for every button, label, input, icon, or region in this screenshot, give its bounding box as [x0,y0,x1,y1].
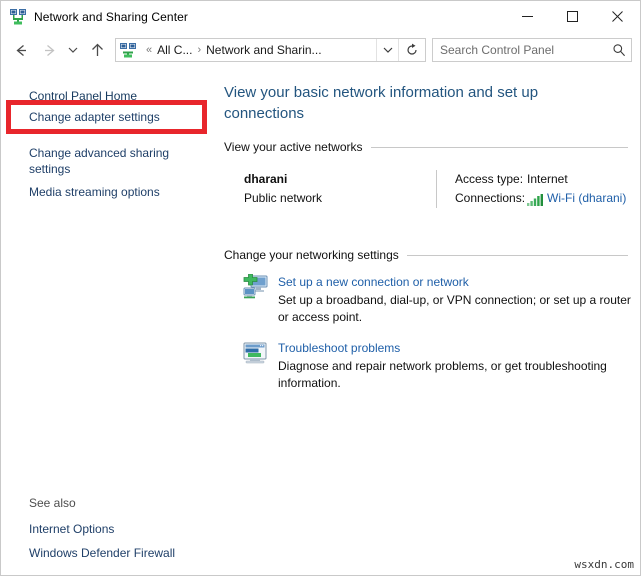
forward-button[interactable] [35,36,63,64]
window-body: Control Panel Home Change adapter settin… [1,68,640,575]
breadcrumb-item-all-control-panel[interactable]: All C... [157,43,192,57]
setting-body: Set up a new connection or network Set u… [278,274,632,326]
breadcrumb[interactable]: « All C... › Network and Sharin... [115,38,426,62]
setting-link-troubleshoot[interactable]: Troubleshoot problems [278,340,632,357]
network-sharing-icon [10,9,26,25]
active-networks-section: dharani Public network Access type: Inte… [224,160,632,234]
networking-settings-heading: Change your networking settings [224,248,632,262]
setting-link-new-connection[interactable]: Set up a new connection or network [278,274,632,291]
window-title: Network and Sharing Center [34,10,188,24]
search-box[interactable] [432,38,632,62]
sidebar-item-change-advanced-sharing-settings[interactable]: Change advanced sharing settings [1,142,204,180]
maximize-button[interactable] [550,1,595,32]
vertical-divider [436,170,437,208]
active-networks-heading: View your active networks [224,140,632,154]
watermark: wsxdn.com [574,558,634,571]
setting-item-troubleshoot[interactable]: Troubleshoot problems Diagnose and repai… [224,340,632,392]
see-also-item-windows-defender-firewall[interactable]: Windows Defender Firewall [1,541,216,565]
search-input[interactable] [433,42,607,58]
breadcrumb-separator: › [192,44,206,56]
network-details: Access type: Internet Connections: [455,170,626,208]
network-sharing-center-window: Network and Sharing Center [0,0,641,576]
window-controls [505,1,640,32]
network-type: Public network [244,189,436,208]
access-type-value: Internet [527,170,568,189]
recent-locations-button[interactable] [63,36,83,64]
titlebar: Network and Sharing Center [1,1,640,32]
setting-item-new-connection[interactable]: Set up a new connection or network Set u… [224,274,632,326]
back-button[interactable] [7,36,35,64]
setting-description-troubleshoot: Diagnose and repair network problems, or… [278,358,632,392]
access-type-key: Access type: [455,170,527,189]
wifi-signal-icon [527,193,543,205]
setting-body: Troubleshoot problems Diagnose and repai… [278,340,632,392]
refresh-icon[interactable] [398,39,425,61]
breadcrumb-item-network-sharing[interactable]: Network and Sharin... [206,43,321,57]
up-button[interactable] [83,36,111,64]
connections-value-link[interactable]: Wi-Fi (dharani) [547,189,626,208]
address-toolbar: « All C... › Network and Sharin... [1,32,640,68]
heading-rule [407,255,628,256]
page-title: View your basic network information and … [224,82,614,124]
control-panel-network-icon [120,42,136,58]
new-connection-icon [242,274,268,300]
connections-row: Connections: Wi-Fi (dharani [455,189,626,208]
see-also-item-internet-options[interactable]: Internet Options [1,517,216,541]
sidebar-item-change-adapter-settings[interactable]: Change adapter settings [1,100,207,134]
chevron-down-icon[interactable] [376,39,398,61]
sidebar-item-media-streaming-options[interactable]: Media streaming options [1,180,216,204]
connections-key: Connections: [455,189,527,208]
networking-settings-list: Set up a new connection or network Set u… [224,274,632,392]
search-icon[interactable] [607,43,631,57]
main-content: View your basic network information and … [216,68,640,575]
network-name: dharani [244,170,436,189]
networking-settings-heading-label: Change your networking settings [224,248,399,262]
access-type-row: Access type: Internet [455,170,626,189]
close-button[interactable] [595,1,640,32]
breadcrumb-overflow[interactable]: « [141,44,157,56]
minimize-button[interactable] [505,1,550,32]
active-networks-heading-label: View your active networks [224,140,363,154]
see-also-title: See also [1,496,216,517]
active-network-row: dharani Public network Access type: Inte… [224,170,632,208]
heading-rule [371,147,628,148]
see-also-section: See also Internet Options Windows Defend… [1,496,216,565]
sidebar: Control Panel Home Change adapter settin… [1,68,216,575]
setting-description-new-connection: Set up a broadband, dial-up, or VPN conn… [278,292,632,326]
troubleshoot-icon [242,340,268,366]
network-identity: dharani Public network [224,170,436,208]
